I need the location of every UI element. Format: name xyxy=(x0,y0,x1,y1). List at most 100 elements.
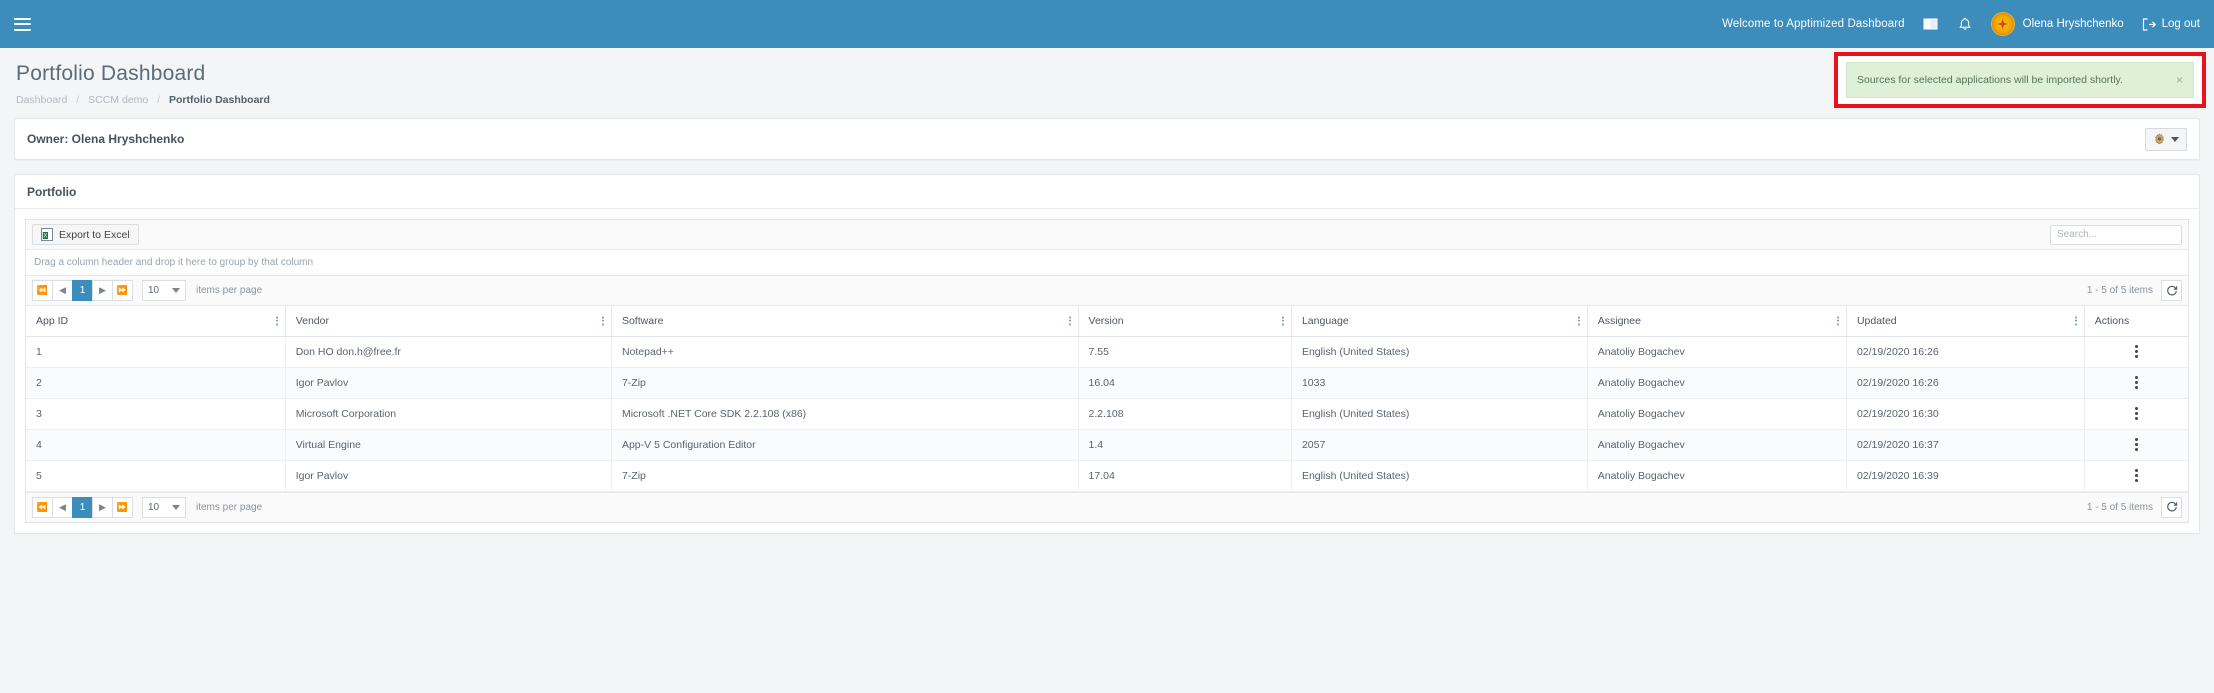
column-label: Software xyxy=(621,314,664,327)
cell-actions xyxy=(2084,429,2188,461)
navbar-left xyxy=(0,17,31,31)
column-label: Language xyxy=(1301,314,1349,327)
logout-label: Log out xyxy=(2161,18,2200,30)
column-header-updated[interactable]: Updated xyxy=(1846,306,2085,337)
portfolio-panel-title: Portfolio xyxy=(15,175,2199,209)
column-menu-icon[interactable] xyxy=(1577,316,1580,326)
alert-message: Sources for selected applications will b… xyxy=(1857,74,2123,86)
cell-updated: 02/19/2020 16:26 xyxy=(1846,367,2085,399)
cell-version: 1.4 xyxy=(1078,429,1292,461)
column-menu-icon[interactable] xyxy=(601,316,604,326)
pager-status: 1 - 5 of 5 items xyxy=(2087,280,2182,301)
page-size-select[interactable]: 10 xyxy=(142,496,186,518)
cell-updated: 02/19/2020 16:30 xyxy=(1846,398,2085,430)
bell-icon[interactable] xyxy=(1957,16,1973,32)
export-to-excel-label: Export to Excel xyxy=(59,228,130,241)
excel-icon: X xyxy=(41,228,53,241)
page-size-value: 10 xyxy=(148,501,160,513)
grid-pager-bottom: ⏪ ◀ 1 ▶ ⏩ 10 items per page 1 - 5 of 5 i… xyxy=(26,491,2188,522)
breadcrumb-item-dashboard[interactable]: Dashboard xyxy=(16,94,67,106)
cell-language: 2057 xyxy=(1291,429,1588,461)
cell-assignee: Anatoliy Bogachev xyxy=(1587,460,1847,492)
breadcrumb-item-sccm-demo[interactable]: SCCM demo xyxy=(88,94,148,106)
owner-label: Owner: Olena Hryshchenko xyxy=(27,132,185,146)
next-page-icon[interactable]: ▶ xyxy=(92,496,113,518)
column-menu-icon[interactable] xyxy=(1068,316,1071,326)
cell-vendor: Microsoft Corporation xyxy=(285,398,612,430)
first-page-icon[interactable]: ⏪ xyxy=(32,280,53,301)
cell-language: English (United States) xyxy=(1291,460,1588,492)
cell-assignee: Anatoliy Bogachev xyxy=(1587,367,1847,399)
hamburger-icon[interactable] xyxy=(14,17,31,31)
column-header-assignee[interactable]: Assignee xyxy=(1587,306,1847,337)
next-page-icon[interactable]: ▶ xyxy=(92,280,113,301)
table-row[interactable]: 5 Igor Pavlov 7-Zip 17.04 English (Unite… xyxy=(26,460,2188,492)
close-icon[interactable]: × xyxy=(2166,73,2183,87)
cell-actions xyxy=(2084,367,2188,399)
column-header-vendor[interactable]: Vendor xyxy=(285,306,612,337)
column-header-app-id[interactable]: App ID xyxy=(26,306,286,337)
pager-range-label: 1 - 5 of 5 items xyxy=(2086,285,2153,296)
cell-software: Notepad++ xyxy=(611,336,1079,368)
column-header-software[interactable]: Software xyxy=(611,306,1079,337)
breadcrumb-separator: / xyxy=(76,94,80,106)
cell-version: 16.04 xyxy=(1078,367,1292,399)
success-alert: Sources for selected applications will b… xyxy=(1846,62,2194,98)
page-number-1[interactable]: 1 xyxy=(72,280,93,301)
first-page-icon[interactable]: ⏪ xyxy=(32,496,53,518)
cell-updated: 02/19/2020 16:39 xyxy=(1846,460,2085,492)
column-label: Actions xyxy=(2094,314,2130,327)
cell-version: 2.2.108 xyxy=(1078,398,1292,430)
column-menu-icon[interactable] xyxy=(1281,316,1284,326)
refresh-icon[interactable] xyxy=(2161,280,2182,301)
items-per-page-label: items per page xyxy=(196,501,263,513)
cell-assignee: Anatoliy Bogachev xyxy=(1587,398,1847,430)
welcome-text: Welcome to Apptimized Dashboard xyxy=(1722,18,1905,30)
table-row[interactable]: 2 Igor Pavlov 7-Zip 16.04 1033 Anatoliy … xyxy=(26,367,2188,399)
column-header-language[interactable]: Language xyxy=(1291,306,1588,337)
column-menu-icon[interactable] xyxy=(1836,316,1839,326)
table-row[interactable]: 1 Don HO don.h@free.fr Notepad++ 7.55 En… xyxy=(26,336,2188,368)
cell-app-id: 1 xyxy=(26,336,286,368)
column-menu-icon[interactable] xyxy=(2074,316,2077,326)
kebab-menu-icon[interactable] xyxy=(2129,404,2144,423)
main-content: Owner: Olena Hryshchenko Portfolio X Exp… xyxy=(0,118,2214,534)
kebab-menu-icon[interactable] xyxy=(2129,373,2144,392)
settings-dropdown-button[interactable] xyxy=(2145,127,2187,151)
refresh-icon[interactable] xyxy=(2161,496,2182,518)
last-page-icon[interactable]: ⏩ xyxy=(112,280,133,301)
kebab-menu-icon[interactable] xyxy=(2129,466,2144,485)
cell-actions xyxy=(2084,398,2188,430)
cell-app-id: 4 xyxy=(26,429,286,461)
cell-vendor: Igor Pavlov xyxy=(285,367,612,399)
pager-range-label: 1 - 5 of 5 items xyxy=(2086,501,2153,513)
user-menu[interactable]: Olena Hryshchenko xyxy=(1990,12,2124,36)
book-icon[interactable] xyxy=(1923,16,1939,32)
portfolio-panel: Portfolio X Export to Excel Search... Dr… xyxy=(14,174,2200,534)
column-menu-icon[interactable] xyxy=(275,316,278,326)
chevron-down-icon xyxy=(2171,136,2179,142)
last-page-icon[interactable]: ⏩ xyxy=(112,496,133,518)
cell-assignee: Anatoliy Bogachev xyxy=(1587,336,1847,368)
grid-toolbar: X Export to Excel xyxy=(26,220,2188,250)
kebab-menu-icon[interactable] xyxy=(2129,342,2144,361)
search-input[interactable] xyxy=(2050,224,2182,245)
cell-vendor: Igor Pavlov xyxy=(285,460,612,492)
prev-page-icon[interactable]: ◀ xyxy=(52,496,73,518)
logout-button[interactable]: Log out xyxy=(2142,17,2200,31)
cell-software: App-V 5 Configuration Editor xyxy=(611,429,1079,461)
page-size-select[interactable]: 10 xyxy=(142,280,186,301)
export-to-excel-button[interactable]: X Export to Excel xyxy=(32,224,139,245)
page-number-1[interactable]: 1 xyxy=(72,496,93,518)
cell-version: 7.55 xyxy=(1078,336,1292,368)
column-label: Assignee xyxy=(1597,314,1641,327)
table-row[interactable]: 4 Virtual Engine App-V 5 Configuration E… xyxy=(26,429,2188,461)
navbar-right: Welcome to Apptimized Dashboard Olena Hr… xyxy=(1722,12,2200,36)
table-row[interactable]: 3 Microsoft Corporation Microsoft .NET C… xyxy=(26,398,2188,430)
column-header-version[interactable]: Version xyxy=(1078,306,1292,337)
kebab-menu-icon[interactable] xyxy=(2129,435,2144,454)
group-by-drop-area[interactable]: Drag a column header and drop it here to… xyxy=(26,250,2188,276)
prev-page-icon[interactable]: ◀ xyxy=(52,280,73,301)
cell-version: 17.04 xyxy=(1078,460,1292,492)
avatar xyxy=(1990,12,2015,36)
